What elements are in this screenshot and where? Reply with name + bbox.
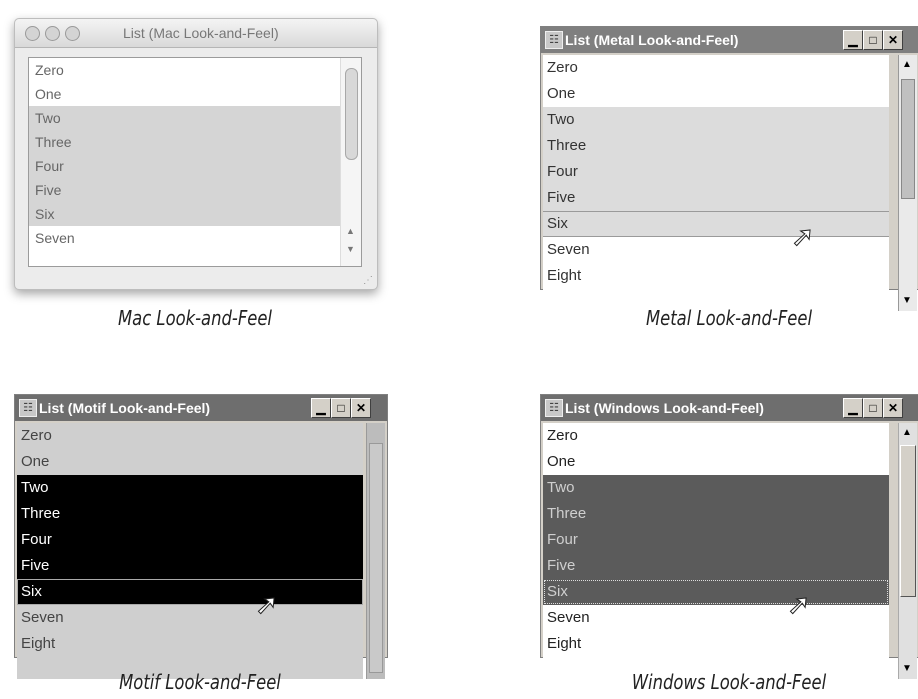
list-item[interactable]: Four [29, 154, 361, 178]
list-item[interactable]: Eight [543, 263, 889, 289]
arrow-cursor-icon: ➚ [786, 589, 811, 620]
list-item[interactable]: Three [29, 130, 361, 154]
mac-window-title: List (Mac Look-and-Feel) [123, 25, 279, 41]
mac-scroll-thumb[interactable] [345, 68, 358, 160]
metal-scroll-thumb[interactable] [901, 79, 915, 199]
close-button[interactable]: ✕ [351, 398, 371, 418]
maximize-button[interactable]: □ [863, 398, 883, 418]
list-item[interactable]: Two [29, 106, 361, 130]
windows-list-window: ☷ List (Windows Look-and-Feel) ▁ □ ✕ Zer… [540, 394, 918, 679]
windows-vertical-scrollbar[interactable]: ▲ ▼ [898, 423, 917, 679]
scroll-up-arrow-icon[interactable]: ▲ [902, 427, 912, 438]
window-app-icon[interactable]: ☷ [545, 31, 563, 49]
list-item[interactable]: Zero [17, 423, 363, 449]
list-item[interactable]: Six [543, 211, 889, 237]
scroll-down-arrow-icon[interactable]: ▼ [902, 295, 912, 306]
metal-window-title: List (Metal Look-and-Feel) [565, 32, 739, 48]
scroll-down-arrow-icon[interactable]: ▼ [902, 663, 912, 674]
list-item[interactable]: Two [543, 475, 889, 501]
motif-caption: Motif Look-and-Feel [119, 670, 281, 694]
metal-vertical-scrollbar[interactable]: ▲ ▼ [898, 55, 917, 311]
minimize-button[interactable]: ▁ [843, 398, 863, 418]
motif-title-bar: ☷ List (Motif Look-and-Feel) ▁ □ ✕ [15, 395, 387, 421]
scroll-up-arrow-icon[interactable]: ▲ [902, 59, 912, 70]
list-item[interactable]: Two [17, 475, 363, 501]
list-item[interactable]: Seven [17, 605, 363, 631]
minimize-button[interactable]: ▁ [311, 398, 331, 418]
list-item[interactable]: One [17, 449, 363, 475]
list-item[interactable]: Seven [543, 237, 889, 263]
motif-list[interactable]: Zero One Two Three Four Five Six Seven Eight [17, 423, 363, 679]
motif-scroll-thumb[interactable] [369, 443, 383, 673]
close-traffic-light-icon[interactable] [25, 26, 40, 41]
motif-vertical-scrollbar[interactable] [366, 423, 385, 679]
list-item[interactable]: Zero [543, 55, 889, 81]
windows-caption: Windows Look-and-Feel [631, 670, 827, 694]
list-item[interactable]: One [543, 81, 889, 107]
list-item[interactable]: Four [543, 159, 889, 185]
close-button[interactable]: ✕ [883, 398, 903, 418]
metal-title-bar: ☷ List (Metal Look-and-Feel) ▁ □ ✕ [541, 27, 918, 53]
list-item[interactable]: Eight [543, 631, 889, 657]
list-item[interactable]: Three [543, 133, 889, 159]
resize-grip-icon[interactable]: ⋰ [363, 275, 373, 286]
arrow-cursor-icon: ➚ [790, 221, 815, 252]
list-item[interactable]: Seven [29, 226, 361, 250]
list-item[interactable]: One [543, 449, 889, 475]
mac-vertical-scrollbar[interactable]: ▲ ▼ [340, 58, 361, 266]
windows-scroll-thumb[interactable] [900, 445, 916, 597]
maximize-button[interactable]: □ [331, 398, 351, 418]
arrow-cursor-icon: ➚ [254, 589, 279, 620]
windows-window-title: List (Windows Look-and-Feel) [565, 400, 764, 416]
zoom-traffic-light-icon[interactable] [65, 26, 80, 41]
list-item[interactable]: Six [17, 579, 363, 605]
list-item[interactable]: Zero [29, 58, 361, 82]
metal-list[interactable]: Zero One Two Three Four Five Six Seven Eight [543, 55, 889, 311]
close-button[interactable]: ✕ [883, 30, 903, 50]
window-app-icon[interactable]: ☷ [545, 399, 563, 417]
list-item[interactable]: Two [543, 107, 889, 133]
list-item[interactable]: Eight [17, 631, 363, 657]
list-item[interactable]: Six [29, 202, 361, 226]
motif-list-window: ☷ List (Motif Look-and-Feel) ▁ □ ✕ Zero O… [14, 394, 388, 679]
metal-list-window: ☷ List (Metal Look-and-Feel) ▁ □ ✕ Zero O… [540, 26, 918, 311]
scroll-down-arrow-icon[interactable]: ▼ [346, 244, 355, 254]
list-item[interactable]: Zero [543, 423, 889, 449]
list-item[interactable]: Seven [543, 605, 889, 631]
list-item[interactable]: Four [17, 527, 363, 553]
list-item[interactable]: Five [543, 185, 889, 211]
list-item[interactable]: Five [29, 178, 361, 202]
mac-list-window: List (Mac Look-and-Feel) Zero One Two Three… [14, 18, 378, 290]
minimize-traffic-light-icon[interactable] [45, 26, 60, 41]
window-app-icon[interactable]: ☷ [19, 399, 37, 417]
windows-title-bar: ☷ List (Windows Look-and-Feel) ▁ □ ✕ [541, 395, 918, 421]
mac-caption: Mac Look-and-Feel [117, 306, 272, 330]
windows-list[interactable]: Zero One Two Three Four Five Six Seven Eight [543, 423, 889, 679]
list-item[interactable]: Six [543, 579, 889, 605]
list-item[interactable]: Five [17, 553, 363, 579]
maximize-button[interactable]: □ [863, 30, 883, 50]
motif-window-title: List (Motif Look-and-Feel) [39, 400, 211, 416]
metal-caption: Metal Look-and-Feel [645, 306, 813, 330]
mac-list[interactable]: Zero One Two Three Four Five Six Seven ▲ ▼ [28, 57, 362, 267]
scroll-up-arrow-icon[interactable]: ▲ [346, 226, 355, 236]
list-item[interactable]: Three [17, 501, 363, 527]
minimize-button[interactable]: ▁ [843, 30, 863, 50]
list-item[interactable]: Three [543, 501, 889, 527]
list-item[interactable]: Five [543, 553, 889, 579]
mac-title-bar: List (Mac Look-and-Feel) [15, 19, 377, 48]
list-item[interactable]: Four [543, 527, 889, 553]
list-item[interactable]: One [29, 82, 361, 106]
